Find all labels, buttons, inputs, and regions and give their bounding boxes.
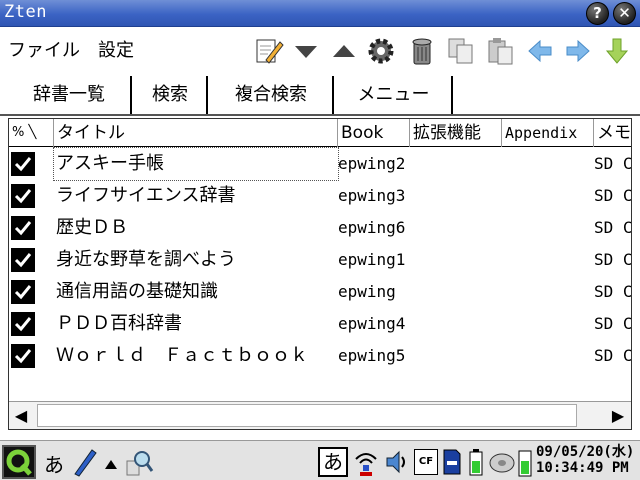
dictionary-title: ライフサイエンス辞書 [56, 185, 236, 206]
arrow-down-icon[interactable] [602, 36, 632, 66]
trash-icon[interactable] [407, 36, 437, 66]
table-header: % ╲ タイトル Book 拡張機能 Appendix メモ [9, 119, 631, 147]
column-header-book[interactable]: Book [338, 119, 410, 147]
tab-menu[interactable]: メニュー [336, 76, 453, 116]
dictionary-book: epwing3 [338, 186, 406, 205]
dictionary-title: ＰＤＤ百科辞書 [56, 313, 182, 334]
checkmark-icon [14, 189, 32, 204]
dictionary-book: epwing1 [338, 250, 406, 269]
dictionary-title: Ｗｏｒｌｄ Ｆａｃｔｂｏｏｋ [56, 345, 308, 366]
gear-icon[interactable] [366, 36, 396, 66]
arrow-right-icon[interactable] [563, 36, 593, 66]
table-row[interactable]: 通信用語の基礎知識 epwing SD C [9, 276, 632, 308]
magnifier-icon[interactable] [124, 447, 154, 477]
window-title: Zten [4, 2, 47, 22]
battery-icon [468, 447, 484, 477]
edit-pencil-icon[interactable] [254, 36, 284, 66]
dictionary-book: epwing [338, 282, 396, 301]
dictionary-memo: SD C [594, 314, 632, 333]
checkmark-icon [14, 285, 32, 300]
checkmark-icon [14, 157, 32, 172]
copy-icon[interactable] [446, 36, 476, 66]
tab-dictionary-list[interactable]: 辞書一覧 [8, 76, 132, 116]
column-header-appendix[interactable]: Appendix [502, 119, 594, 147]
dictionary-table: % ╲ タイトル Book 拡張機能 Appendix メモ アスキー手帳 ep… [8, 118, 632, 430]
table-row[interactable]: Ｗｏｒｌｄ Ｆａｃｔｂｏｏｋ epwing5 SD C [9, 340, 632, 372]
start-menu-button[interactable] [2, 445, 36, 479]
scroll-left-icon[interactable]: ◀ [9, 402, 33, 429]
table-row[interactable]: アスキー手帳 epwing2 SD C [9, 147, 632, 181]
dictionary-memo: SD C [594, 218, 632, 237]
tab-baseline [0, 114, 640, 116]
close-button[interactable]: ✕ [613, 2, 636, 25]
speaker-icon[interactable] [384, 447, 410, 477]
dictionary-book: epwing5 [338, 346, 406, 365]
disk-icon[interactable] [488, 447, 516, 477]
ime-mode-indicator[interactable]: あ [318, 447, 348, 477]
enabled-checkbox[interactable] [11, 312, 35, 336]
table-row[interactable]: 歴史ＤＢ epwing6 SD C [9, 212, 632, 244]
dictionary-title: 通信用語の基礎知識 [56, 281, 218, 302]
checkmark-icon [14, 221, 32, 236]
dictionary-title: 歴史ＤＢ [56, 217, 128, 238]
wifi-icon[interactable] [352, 447, 380, 477]
tab-search[interactable]: 検索 [134, 76, 208, 116]
enabled-checkbox[interactable] [11, 248, 35, 272]
dictionary-memo: SD C [594, 186, 632, 205]
table-row[interactable]: ＰＤＤ百科辞書 epwing4 SD C [9, 308, 632, 340]
dictionary-title: 身近な野草を調べよう [56, 249, 236, 270]
clock-time: 10:34:49 PM [536, 460, 629, 476]
q-logo-icon [6, 449, 32, 476]
sd-card-icon[interactable] [442, 447, 462, 477]
horizontal-scrollbar[interactable]: ◀ ▶ [9, 401, 631, 429]
dictionary-title: アスキー手帳 [53, 147, 339, 181]
clock[interactable]: 09/05/20(水) 10:34:49 PM [536, 444, 634, 476]
dictionary-book: epwing4 [338, 314, 406, 333]
triangle-down-icon[interactable] [291, 36, 321, 66]
clock-date: 09/05/20(水) [536, 444, 635, 460]
menu-toolbar: ファイル 設定 [0, 28, 640, 70]
enabled-checkbox[interactable] [11, 216, 35, 240]
scrollbar-thumb[interactable] [37, 404, 577, 427]
cf-card-icon[interactable]: CF [414, 449, 438, 475]
scroll-right-icon[interactable]: ▶ [606, 402, 630, 429]
tab-compound-search[interactable]: 複合検索 [210, 76, 334, 116]
signal-level-icon [518, 447, 532, 477]
pen-icon[interactable] [72, 447, 98, 477]
menu-settings[interactable]: 設定 [98, 36, 134, 62]
enabled-checkbox[interactable] [11, 152, 35, 176]
title-bar: Zten ? ✕ [0, 0, 640, 27]
dictionary-memo: SD C [594, 346, 632, 365]
dictionary-memo: SD C [594, 282, 632, 301]
enabled-checkbox[interactable] [11, 184, 35, 208]
tab-bar: 辞書一覧 検索 複合検索 メニュー [0, 72, 640, 116]
dictionary-memo: SD C [594, 154, 632, 173]
column-header-title[interactable]: タイトル [54, 119, 338, 147]
help-button[interactable]: ? [586, 2, 609, 25]
ime-input-label[interactable]: あ [44, 449, 64, 479]
triangle-up-small-icon[interactable] [104, 455, 118, 480]
dictionary-book: epwing6 [338, 218, 406, 237]
column-header-memo[interactable]: メモ [594, 119, 631, 147]
dictionary-memo: SD C [594, 250, 632, 269]
taskbar: あ あ CF 09/05/20(水) 10:34:49 PM [0, 440, 640, 480]
arrow-left-icon[interactable] [525, 36, 555, 66]
table-row[interactable]: 身近な野草を調べよう epwing1 SD C [9, 244, 632, 276]
checkmark-icon [14, 317, 32, 332]
menu-file[interactable]: ファイル [8, 36, 80, 62]
table-row[interactable]: ライフサイエンス辞書 epwing3 SD C [9, 180, 632, 212]
checkmark-icon [14, 349, 32, 364]
dictionary-book: epwing2 [338, 154, 406, 173]
column-header-extension[interactable]: 拡張機能 [410, 119, 502, 147]
enabled-checkbox[interactable] [11, 344, 35, 368]
triangle-up-icon[interactable] [329, 36, 359, 66]
column-header-enabled[interactable]: % ╲ [9, 119, 54, 147]
checkmark-icon [14, 253, 32, 268]
paste-icon[interactable] [485, 36, 515, 66]
enabled-checkbox[interactable] [11, 280, 35, 304]
